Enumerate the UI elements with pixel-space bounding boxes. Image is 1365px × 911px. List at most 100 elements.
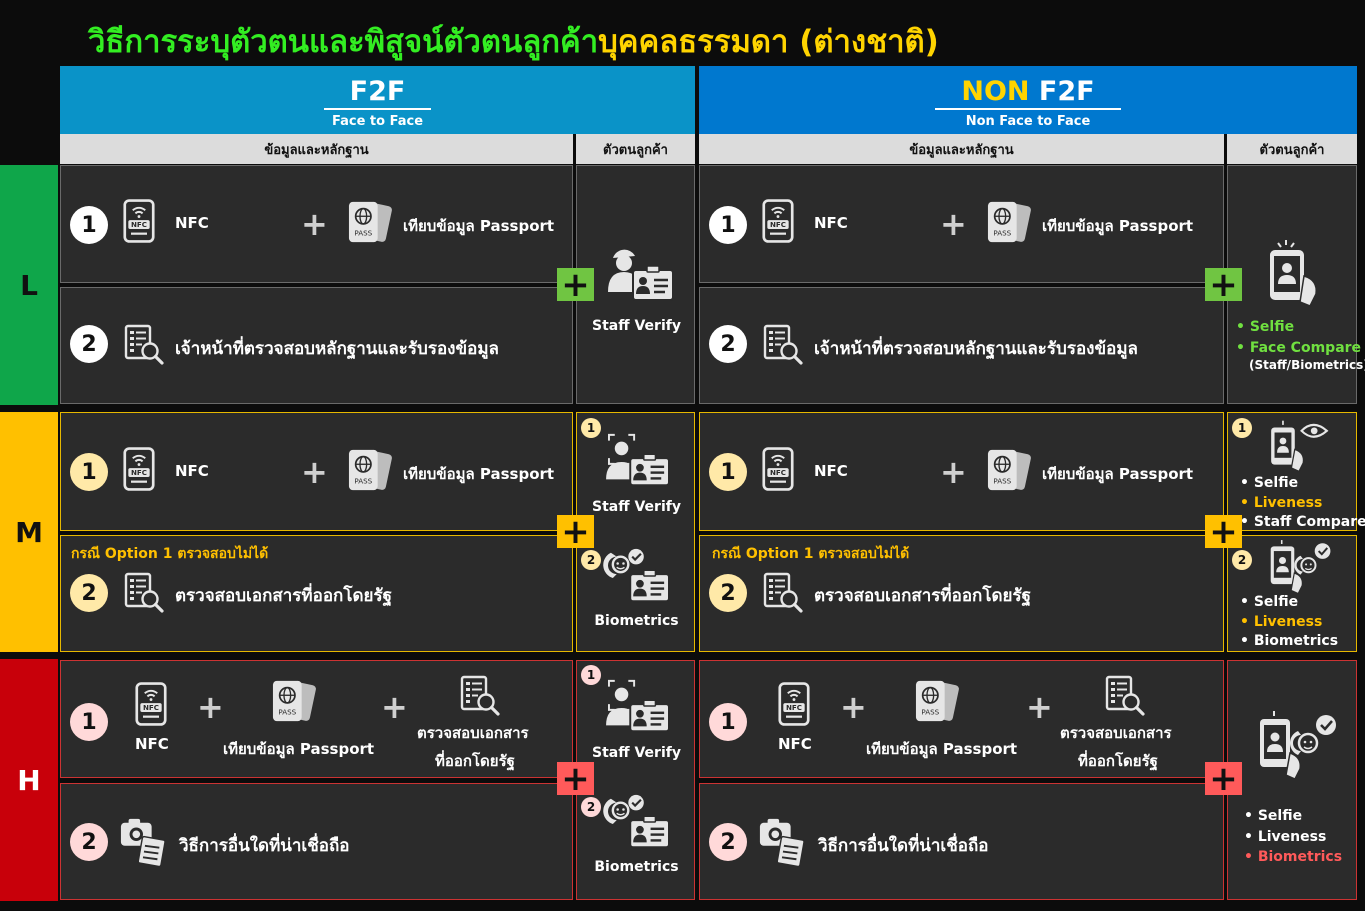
document-check-icon: [123, 324, 165, 366]
bullet-liveness: • Liveness: [1240, 614, 1323, 630]
nfc-label: NFC: [778, 735, 812, 753]
bullet-selfie: • Selfie: [1236, 319, 1295, 335]
f2f-l-option1: 1 NFC + เทียบข้อมูล Passport: [60, 165, 573, 283]
officer-check-label: เจ้าหน้าที่ตรวจสอบหลักฐานและรับรองข้อมูล: [175, 339, 499, 359]
nfc-icon: [762, 198, 794, 244]
level-m-band: M: [0, 412, 58, 652]
gov-doc-label-line2: ที่ออกโดยรัฐ: [1078, 752, 1158, 770]
nfc-label: NFC: [175, 462, 209, 480]
nonf2f-m-identity-opt1: 1 • Selfie • Liveness • Staff Compare: [1227, 412, 1365, 531]
level-m-label: M: [15, 515, 43, 549]
staff-verify-icon: [605, 244, 677, 306]
document-check-icon: [459, 675, 501, 717]
passport-check-label: เทียบข้อมูล Passport: [403, 217, 555, 235]
option-number: 2: [70, 574, 108, 612]
option-fail-note: กรณี Option 1 ตรวจสอบไม่ได้: [712, 546, 910, 562]
identity-option-number: 2: [1232, 550, 1252, 570]
nfc-icon: [123, 198, 155, 244]
bullet-face-compare-text: Face Compare: [1249, 340, 1362, 356]
identity-option-number: 2: [581, 797, 601, 817]
option-number: 2: [70, 823, 108, 861]
gov-doc-label: ตรวจสอบเอกสารที่ออกโดยรัฐ: [175, 586, 392, 606]
passport-icon: [271, 679, 317, 723]
passport-check-label: เทียบข้อมูล Passport: [866, 740, 1018, 758]
f2f-title: F2F: [323, 77, 432, 110]
nfc-icon: [762, 446, 794, 492]
identity-option-number: 2: [581, 550, 601, 570]
biometrics-label: Biometrics: [594, 859, 679, 875]
gov-doc-label-line2: ที่ออกโดยรัฐ: [435, 752, 515, 770]
f2f-l-option2: 2 เจ้าหน้าที่ตรวจสอบหลักฐานและรับรองข้อม…: [60, 287, 573, 404]
nonf2f-m-option2: กรณี Option 1 ตรวจสอบไม่ได้ 2 ตรวจสอบเอก…: [699, 535, 1224, 652]
f2f-h-option2: 2 วิธีการอื่นใดที่น่าเชื่อถือ: [60, 783, 573, 900]
option-number: 2: [709, 823, 747, 861]
document-check-icon: [762, 324, 804, 366]
passport-icon: [986, 200, 1032, 244]
nonf2f-l-option2: 2 เจ้าหน้าที่ตรวจสอบหลักฐานและรับรองข้อม…: [699, 287, 1224, 404]
option-number: 1: [70, 703, 108, 741]
option-number: 1: [70, 206, 108, 244]
nonf2f-l-identity: • Selfie • Face Compare (Staff/Biometric…: [1227, 165, 1365, 404]
plus-sign: +: [840, 688, 867, 726]
option-number: 2: [709, 325, 747, 363]
nonf2f-evidence-header: ข้อมูลและหลักฐาน: [699, 134, 1224, 164]
bullet-liveness-text: Liveness: [1253, 614, 1323, 630]
bullet-staff-compare-text: Staff Compare: [1253, 514, 1365, 530]
bullet-biometrics-text: Biometrics: [1257, 849, 1343, 865]
option-fail-note: กรณี Option 1 ตรวจสอบไม่ได้: [71, 546, 269, 562]
level-l-band: L: [0, 165, 58, 405]
page-title: วิธีการระบุตัวตนและพิสูจน์ตัวตนลูกค้าบุค…: [88, 16, 939, 66]
option-number: 1: [709, 703, 747, 741]
nfc-icon: [135, 681, 167, 727]
gov-doc-label-line1: ตรวจสอบเอกสาร: [1060, 724, 1172, 742]
option-number: 1: [709, 453, 747, 491]
staff-verify-icon: [603, 677, 673, 737]
bullet-liveness-text: Liveness: [1253, 495, 1323, 511]
bullet-liveness: • Liveness: [1244, 829, 1327, 845]
level-h-band: H: [0, 659, 58, 901]
f2f-subtitle: Face to Face: [331, 114, 424, 129]
bullet-selfie: • Selfie: [1244, 808, 1303, 824]
nonf2f-m-option1: 1 NFC + เทียบข้อมูล Passport: [699, 412, 1224, 531]
nfc-icon: [778, 681, 810, 727]
bullet-biometrics: • Biometrics: [1240, 633, 1339, 649]
document-check-icon: [1104, 675, 1146, 717]
bullet-selfie-text: Selfie: [1253, 594, 1299, 610]
f2f-m-option1: 1 NFC + เทียบข้อมูล Passport: [60, 412, 573, 531]
bullet-biometrics: • Biometrics: [1244, 849, 1343, 865]
nfc-label: NFC: [135, 735, 169, 753]
option-number: 2: [70, 325, 108, 363]
level-h-label: H: [17, 763, 41, 797]
identity-option-number: 1: [581, 418, 601, 438]
plus-box-icon: +: [1205, 762, 1242, 796]
selfie-liveness-icon: [1266, 419, 1332, 473]
staff-verify-label: Staff Verify: [592, 318, 681, 334]
nonf2f-m-identity-opt2: 2 • Selfie • Liveness • Biometrics: [1227, 535, 1357, 652]
nonf2f-h-option1: 1 NFC + เทียบข้อมูล Passport + ตรวจสอบเอ…: [699, 660, 1224, 778]
nonf2f-h-option2: 2 วิธีการอื่นใดที่น่าเชื่อถือ: [699, 783, 1224, 900]
bullet-selfie: • Selfie: [1240, 475, 1299, 491]
biometrics-icon: [603, 547, 673, 607]
camera-document-icon: [758, 814, 806, 868]
f2f-h-option1: 1 NFC + เทียบข้อมูล Passport + ตรวจสอบเอ…: [60, 660, 573, 778]
nonf2f-subtitle: Non Face to Face: [965, 114, 1091, 129]
passport-icon: [986, 448, 1032, 492]
nfc-label: NFC: [175, 214, 209, 232]
identity-option-number: 1: [581, 665, 601, 685]
nonf2f-title-suffix: F2F: [1029, 76, 1095, 107]
document-check-icon: [762, 572, 804, 614]
header-f2f: F2F Face to Face: [60, 66, 695, 134]
option-number: 2: [709, 574, 747, 612]
nonf2f-title: NON F2F: [935, 76, 1121, 110]
title-part1: วิธีการระบุตัวตนและพิสูจน์ตัวตนลูกค้า: [88, 24, 599, 60]
bullet-biometrics-text: Biometrics: [1253, 633, 1339, 649]
bullet-staff-compare: • Staff Compare: [1240, 514, 1365, 530]
bullet-liveness-text: Liveness: [1257, 829, 1327, 845]
biometrics-label: Biometrics: [594, 613, 679, 629]
option-number: 1: [70, 453, 108, 491]
gov-doc-label-line1: ตรวจสอบเอกสาร: [417, 724, 529, 742]
passport-check-label: เทียบข้อมูล Passport: [1042, 465, 1194, 483]
nfc-label: NFC: [814, 214, 848, 232]
level-l-label: L: [20, 268, 38, 302]
plus-sign: +: [301, 205, 328, 243]
